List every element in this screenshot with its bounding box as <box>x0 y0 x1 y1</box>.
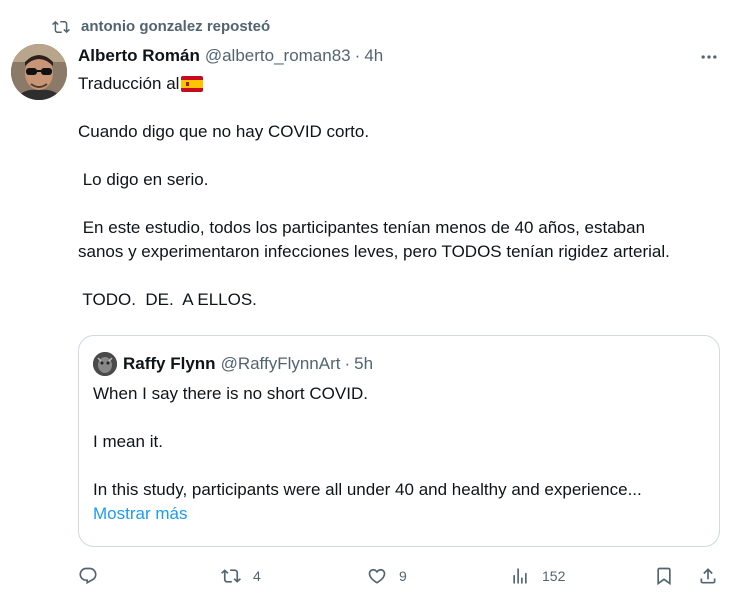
repost-icon <box>221 569 241 583</box>
quoted-line: In this study, participants were all und… <box>93 480 642 499</box>
retweet-icon <box>52 20 70 34</box>
views-icon <box>513 568 527 584</box>
quoted-tweet[interactable]: Raffy Flynn @RaffyFlynnArt · 5h When I s… <box>78 335 720 547</box>
tweet-line: TODO. DE. A ELLOS. <box>78 290 257 309</box>
avatar-photo <box>11 44 67 100</box>
quoted-header: Raffy Flynn @RaffyFlynnArt · 5h <box>123 352 373 376</box>
quoted-timestamp: 5h <box>354 354 374 373</box>
tweet-line: Traducción al <box>78 74 180 93</box>
repost-context-text[interactable]: antonio gonzalez reposteó <box>81 18 270 36</box>
views-button[interactable]: 152 <box>510 564 565 588</box>
quoted-avatar-photo <box>93 352 117 376</box>
share-icon <box>700 568 716 584</box>
show-more-link[interactable]: Mostrar más <box>93 504 187 523</box>
tweet-header: Alberto Román @alberto_roman83 · 4h <box>78 44 383 68</box>
tweet-line: En este estudio, todos los participantes… <box>78 218 646 237</box>
tweet-line: Lo digo en serio. <box>78 170 209 189</box>
avatar[interactable] <box>11 44 67 100</box>
like-count: 9 <box>399 568 407 584</box>
more-icon <box>701 55 717 59</box>
quoted-author-handle: @RaffyFlynnArt <box>220 354 341 373</box>
quoted-line: I mean it. <box>93 432 163 451</box>
share-button[interactable] <box>698 564 718 588</box>
quoted-author-name: Raffy Flynn <box>123 354 216 373</box>
bookmark-icon <box>657 567 671 586</box>
tweet-text: Traducción al Cuando digo que no hay COV… <box>78 72 718 312</box>
more-options-button[interactable] <box>698 46 720 68</box>
quoted-line <box>93 454 705 478</box>
tweet-line: sanos y experimentaron infecciones leves… <box>78 242 670 261</box>
heart-icon <box>368 568 386 584</box>
reply-icon <box>79 567 97 585</box>
repost-count: 4 <box>253 568 261 584</box>
separator: · <box>354 46 361 65</box>
spain-flag-icon <box>181 76 204 92</box>
quoted-avatar <box>93 352 117 376</box>
quoted-text: When I say there is no short COVID. I me… <box>93 382 705 526</box>
bookmark-button[interactable] <box>654 564 674 588</box>
author-handle[interactable]: @alberto_roman83 <box>205 44 351 68</box>
tweet-line <box>78 144 718 168</box>
repost-button[interactable]: 4 <box>221 564 261 588</box>
timestamp[interactable]: 4h <box>364 44 383 68</box>
separator: · <box>344 354 351 373</box>
tweet-line <box>78 264 718 288</box>
author-name[interactable]: Alberto Román <box>78 44 200 68</box>
tweet-line <box>78 192 718 216</box>
tweet-line <box>78 96 718 120</box>
reply-button[interactable] <box>78 564 98 588</box>
like-button[interactable]: 9 <box>367 564 407 588</box>
quoted-line <box>93 406 705 430</box>
quoted-line: When I say there is no short COVID. <box>93 384 368 403</box>
views-count: 152 <box>542 568 566 584</box>
tweet-line: Cuando digo que no hay COVID corto. <box>78 122 370 141</box>
action-bar: 4 9 152 <box>78 564 728 588</box>
repost-context: antonio gonzalez reposteó <box>0 14 740 38</box>
